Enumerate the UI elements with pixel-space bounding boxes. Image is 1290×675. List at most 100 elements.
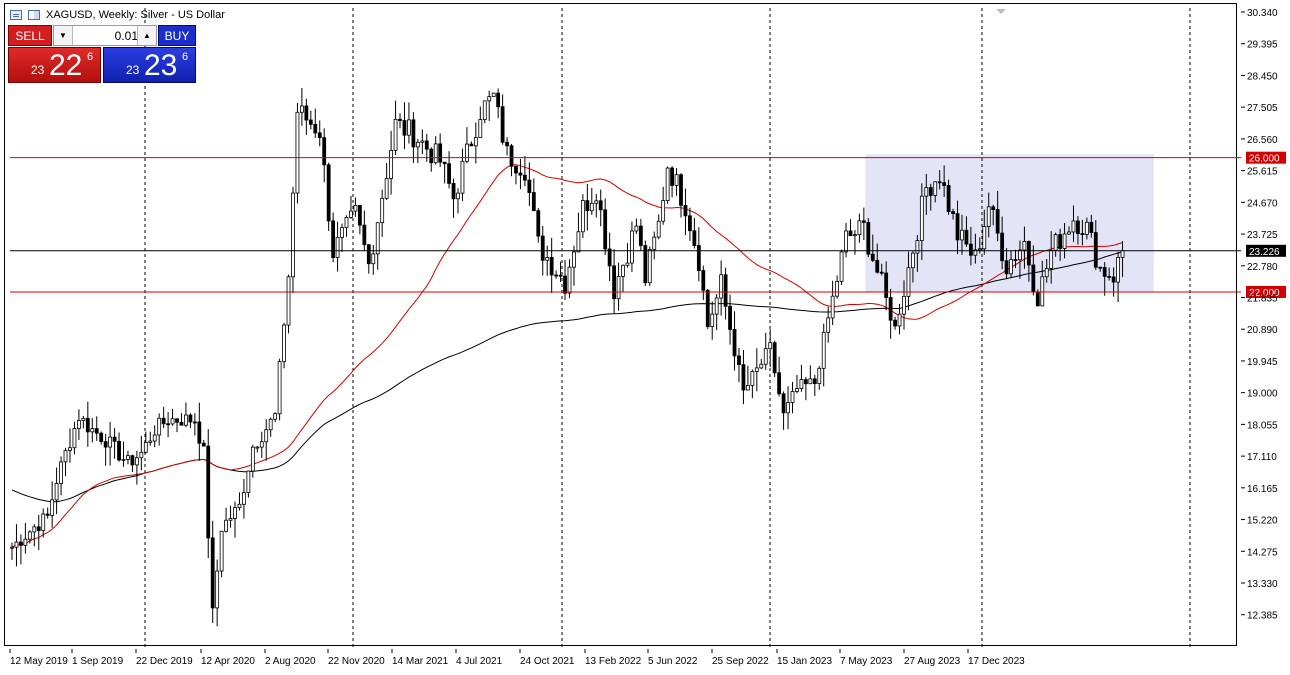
candle-body [554, 274, 559, 277]
candle-body [451, 182, 456, 200]
candle-body [27, 531, 32, 540]
candle-body [531, 192, 536, 212]
candle-body [1022, 240, 1027, 251]
candle-body [407, 119, 411, 136]
candle-body [879, 271, 884, 274]
candle-body [652, 236, 657, 250]
candle-body [607, 248, 612, 267]
candle-body [777, 372, 782, 395]
lot-size-stepper[interactable]: ▼ ▲ [53, 25, 157, 46]
candle-body [1000, 232, 1005, 262]
candle-body [255, 446, 260, 449]
candle-body [148, 440, 153, 443]
price-chart[interactable]: 26.00022.00023.22630.34029.39528.45027.5… [5, 4, 1290, 675]
candle-body [157, 417, 162, 436]
candle-body [308, 119, 313, 125]
candle-body [594, 200, 599, 204]
candle-body [1084, 221, 1089, 235]
x-tick-label: 4 Jul 2021 [456, 656, 503, 667]
candle-body [612, 265, 616, 300]
candle-body [866, 222, 871, 255]
candle-body [625, 262, 630, 266]
candle-body [848, 230, 853, 237]
candle-body [911, 252, 915, 269]
candle-body [969, 243, 973, 256]
y-tick-label: 20.890 [1247, 325, 1278, 336]
candle-body [349, 210, 353, 218]
buy-price-quote[interactable]: 23 23 6 [103, 47, 196, 83]
sell-price-quote[interactable]: 23 22 6 [8, 47, 101, 83]
candle-body [487, 96, 492, 102]
candle-body [179, 421, 184, 426]
candle-body [786, 402, 790, 414]
candle-body [705, 289, 710, 327]
candle-body [991, 206, 996, 211]
candle-body [478, 119, 483, 138]
candle-body [540, 235, 545, 261]
candle-body [616, 276, 621, 300]
candle-body [808, 378, 813, 385]
candle-body [795, 388, 799, 392]
candle-body [754, 367, 759, 372]
chart-area[interactable]: 26.000 22.000 23.226 30.340 29.395 28.450 27.5… [4, 3, 1286, 667]
decrease-lot-icon[interactable]: ▼ [54, 26, 73, 45]
y-tick-label: 14.275 [1247, 547, 1278, 558]
candle-body [509, 145, 514, 167]
candle-body [433, 143, 438, 164]
sell-button[interactable]: SELL [8, 25, 52, 46]
candle-body [233, 507, 237, 519]
candle-body [68, 447, 72, 451]
candle-body [117, 440, 121, 461]
candle-body [242, 492, 246, 505]
candle-body [456, 192, 460, 200]
candle-body [184, 414, 188, 426]
candle-body [946, 185, 951, 212]
window-tile-icon[interactable] [28, 10, 40, 20]
candle-body [219, 530, 224, 572]
candle-body [857, 220, 862, 236]
candle-body [790, 391, 795, 403]
candle-body [768, 342, 773, 350]
buy-button[interactable]: BUY [158, 25, 196, 46]
candle-body [188, 414, 193, 423]
candle-body [72, 428, 77, 449]
candle-body [670, 167, 674, 186]
y-tick-label: 19.000 [1247, 389, 1278, 400]
increase-lot-icon[interactable]: ▲ [137, 26, 156, 45]
candle-body [447, 163, 451, 184]
y-tick-label: 17.110 [1247, 452, 1277, 463]
candle-body [1040, 276, 1045, 307]
buy-price-point: 6 [182, 51, 189, 63]
candle-body [545, 257, 550, 261]
candle-body [277, 361, 282, 415]
candle-body [192, 421, 197, 424]
candle-body [152, 434, 157, 442]
candle-body [50, 499, 55, 516]
candle-body [286, 276, 291, 326]
candle-body [982, 226, 987, 250]
x-tick-label: 27 Aug 2023 [904, 656, 961, 667]
candle-body [1111, 276, 1116, 283]
candle-body [723, 274, 728, 307]
x-tick-label: 22 Nov 2020 [328, 656, 385, 667]
candle-body [634, 225, 639, 232]
candle-body [366, 244, 371, 265]
candle-body [942, 182, 947, 186]
candle-body [683, 204, 688, 217]
candle-body [322, 137, 327, 166]
candle-body [1089, 221, 1094, 233]
candle-body [977, 248, 982, 251]
candle-body [924, 187, 929, 197]
candle-body [514, 165, 518, 174]
candle-body [259, 441, 264, 448]
candle-body [603, 209, 608, 250]
candle-body [732, 329, 737, 357]
candle-body [630, 230, 634, 264]
candle-body [161, 417, 166, 425]
lot-size-input[interactable] [74, 27, 140, 44]
candle-body [77, 420, 81, 429]
candle-body [563, 275, 567, 294]
candle-body [772, 342, 777, 374]
candle-body [357, 205, 362, 226]
chart-list-icon[interactable] [10, 10, 22, 20]
